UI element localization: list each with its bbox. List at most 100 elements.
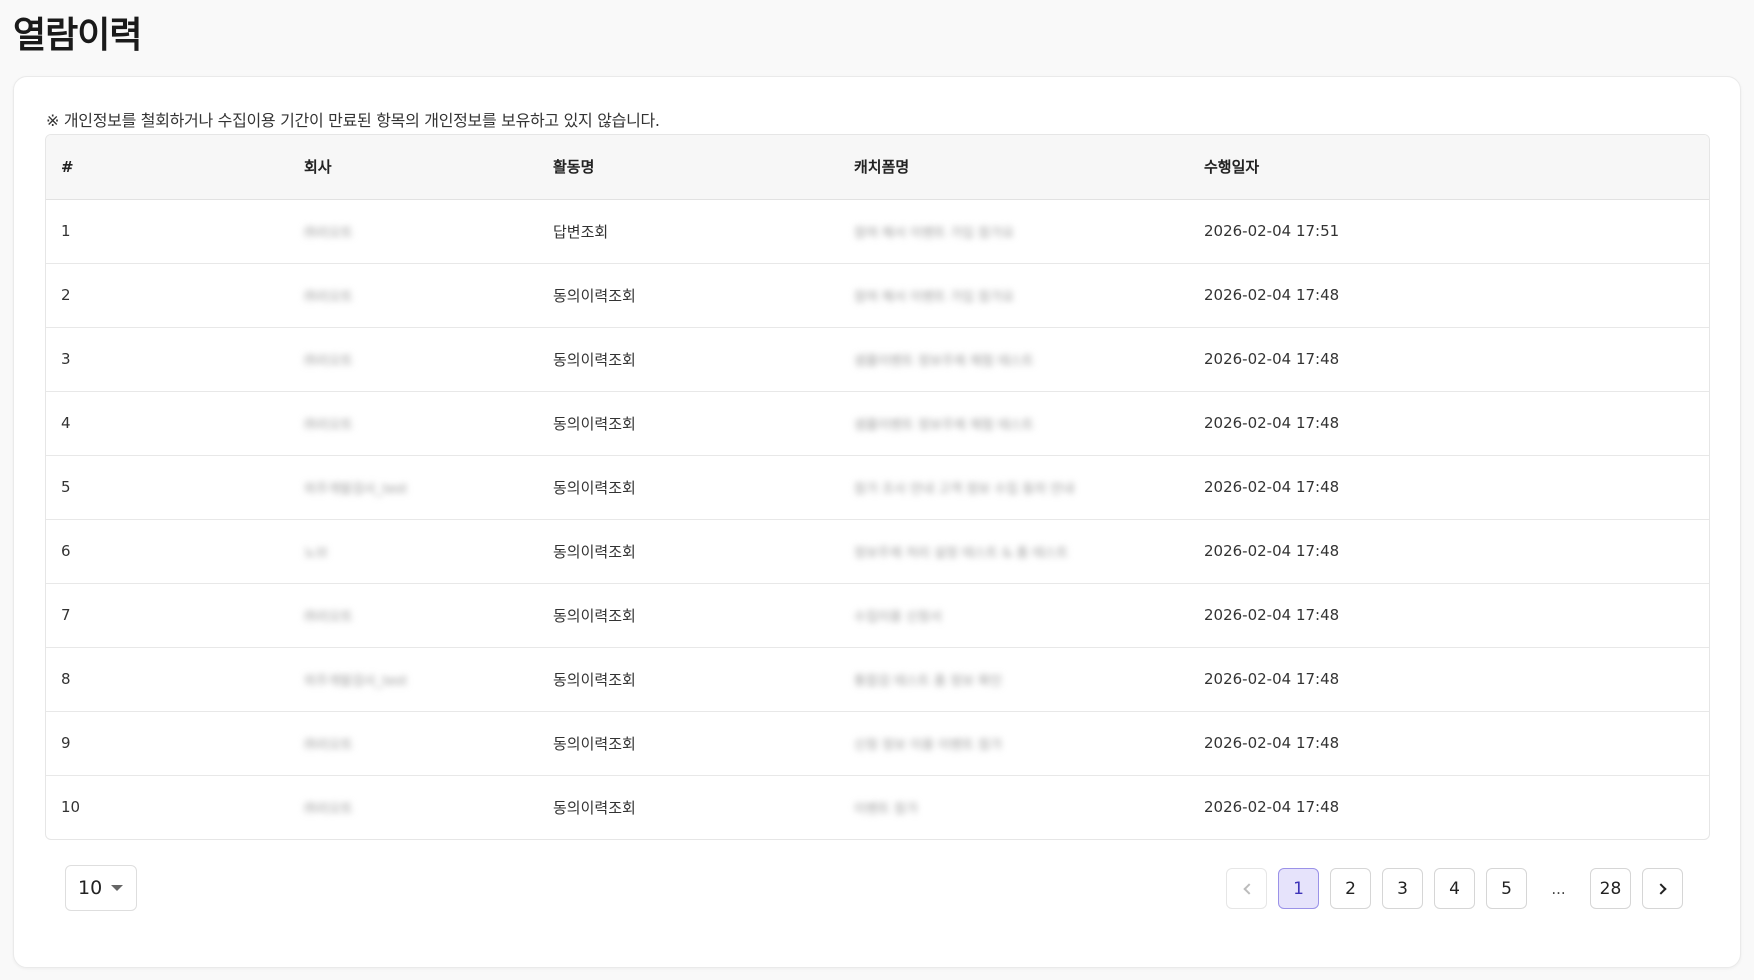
pagination: 1 2 3 4 5 ... 28 (1226, 868, 1694, 909)
cell-company-redacted: ㈜리오트 (304, 353, 353, 369)
cell-company-redacted: ㈜리오트 (304, 609, 353, 625)
cell-date: 2026-02-04 17:48 (1204, 798, 1340, 817)
cell-form-name-redacted: 수집이용 신청서 (854, 609, 942, 625)
cell-date: 2026-02-04 17:48 (1189, 391, 1709, 456)
cell-date: 2026-02-04 17:48 (1189, 711, 1709, 776)
cell-company-redacted: 외주개발검사_test (304, 481, 408, 497)
cell-date: 2026-02-04 17:48 (1189, 455, 1709, 520)
caret-down-icon (111, 885, 124, 891)
cell-date: 2026-02-04 17:48 (1189, 583, 1709, 648)
cell-activity: 동의이력조회 (538, 327, 839, 392)
privacy-notice: ※ 개인정보를 철회하거나 수집이용 기간이 만료된 항목의 개인정보를 보유하… (46, 111, 660, 130)
cell-activity: 동의이력조회 (538, 455, 839, 520)
cell-form-name: 신청 정보 이용 이벤트 참가 (839, 711, 1189, 776)
cell-form-name-redacted: 참가 조사 안내 고객 정보 수집 동의 안내 (854, 481, 1075, 497)
cell-number: 3 (46, 327, 289, 392)
table-header-row: # 회사 활동명 캐치폼명 수행일자 (46, 135, 1709, 200)
cell-activity: 동의이력조회 (538, 583, 839, 648)
cell-number: 1 (46, 199, 289, 264)
table-row[interactable]: 7 ㈜리오트 동의이력조회 수집이용 신청서 2026-02-04 17:48 (46, 583, 1709, 648)
column-header-form-name: 캐치폼명 (839, 135, 1189, 200)
table-row[interactable]: 4 ㈜리오트 동의이력조회 샘플이벤트 정보주제 체험 테스트 2026-02-04 1… (46, 391, 1709, 456)
page-button-last[interactable]: 28 (1590, 868, 1631, 909)
cell-number: 9 (46, 711, 289, 776)
cell-form-name: 정보주제 처리 설정 테스트 & 폼 테스트 (839, 519, 1189, 584)
chevron-right-icon (1654, 882, 1667, 895)
column-header-activity: 활동명 (538, 135, 839, 200)
page-button-3[interactable]: 3 (1382, 868, 1423, 909)
cell-company-redacted: ㈜리오트 (304, 417, 353, 433)
cell-form-name: 통합검 테스트 폼 정보 확인 (839, 647, 1189, 712)
table-row[interactable]: 9 ㈜리오트 동의이력조회 신청 정보 이용 이벤트 참가 2026-02-04 17:… (46, 711, 1709, 776)
table-row[interactable]: 2 ㈜리오트 동의이력조회 참여 해서 이벤트 가입 참가요 2026-02-04 17… (46, 263, 1709, 328)
table-row[interactable]: 3 ㈜리오트 동의이력조회 샘플이벤트 정보주제 체험 테스트 2026-02-04 1… (46, 327, 1709, 392)
table-row[interactable]: 6 노브 동의이력조회 정보주제 처리 설정 테스트 & 폼 테스트 2026-02-0… (46, 519, 1709, 584)
cell-company: 노브 (289, 519, 538, 584)
cell-company: ㈜리오트 (289, 775, 538, 839)
page-button-4[interactable]: 4 (1434, 868, 1475, 909)
cell-form-name-redacted: 샘플이벤트 정보주제 체험 테스트 (854, 417, 1034, 433)
cell-activity: 동의이력조회 (538, 391, 839, 456)
cell-date: 2026-02-04 17:48 (1189, 263, 1709, 328)
cell-form-name: 참여 해서 이벤트 가입 참가요 (839, 263, 1189, 328)
cell-company-redacted: ㈜리오트 (304, 225, 353, 241)
cell-number: 6 (46, 519, 289, 584)
page-title: 열람이력 (13, 15, 142, 56)
cell-company-redacted: 노브 (304, 545, 328, 561)
table-row[interactable]: 10 ㈜리오트 동의이력조회 이벤트 참가 2026-02-04 17:48 (46, 775, 1709, 839)
cell-activity: 동의이력조회 (538, 519, 839, 584)
cell-form-name: 이벤트 참가 (839, 775, 1189, 839)
cell-company: ㈜리오트 (289, 327, 538, 392)
cell-form-name: 수집이용 신청서 (839, 583, 1189, 648)
history-table: # 회사 활동명 캐치폼명 수행일자 1 ㈜리오트 답변조회 참여 해서 이벤트 가입… (45, 134, 1710, 840)
cell-form-name-redacted: 참여 해서 이벤트 가입 참가요 (854, 225, 1015, 241)
table-row[interactable]: 8 외주개발검사_test 동의이력조회 통합검 테스트 폼 정보 확인 2026-02… (46, 647, 1709, 712)
page-button-2[interactable]: 2 (1330, 868, 1371, 909)
page-size-select[interactable]: 10 (65, 865, 137, 911)
next-page-button[interactable] (1642, 868, 1683, 909)
cell-company: ㈜리오트 (289, 391, 538, 456)
page-size-value: 10 (78, 877, 103, 899)
cell-date: 2026-02-04 17:48 (1189, 647, 1709, 712)
chevron-left-icon (1242, 882, 1255, 895)
cell-company-redacted: ㈜리오트 (304, 737, 353, 753)
cell-date: 2026-02-04 17:48 (1189, 519, 1709, 584)
cell-form-name-redacted: 정보주제 처리 설정 테스트 & 폼 테스트 (854, 545, 1069, 561)
cell-number: 7 (46, 583, 289, 648)
cell-company-redacted: ㈜리오트 (304, 289, 353, 305)
pagination-ellipsis: ... (1551, 879, 1566, 898)
cell-form-name-redacted: 통합검 테스트 폼 정보 확인 (854, 673, 1003, 689)
cell-activity: 답변조회 (538, 199, 839, 264)
cell-activity: 동의이력조회 (538, 263, 839, 328)
cell-company: ㈜리오트 (289, 583, 538, 648)
cell-form-name-redacted: 신청 정보 이용 이벤트 참가 (854, 737, 1003, 753)
table-body: 1 ㈜리오트 답변조회 참여 해서 이벤트 가입 참가요 2026-02-04 17:5… (46, 199, 1709, 839)
cell-form-name-redacted: 참여 해서 이벤트 가입 참가요 (854, 289, 1015, 305)
column-header-date: 수행일자 (1189, 135, 1709, 200)
cell-company: 외주개발검사_test (289, 455, 538, 520)
cell-date: 2026-02-04 17:51 (1189, 199, 1709, 264)
cell-number: 2 (46, 263, 289, 328)
cell-form-name-redacted: 이벤트 참가 (854, 801, 918, 817)
cell-number: 8 (46, 647, 289, 712)
cell-company-redacted: ㈜리오트 (304, 801, 353, 817)
page-button-5[interactable]: 5 (1486, 868, 1527, 909)
cell-date: 2026-02-04 17:48 (1189, 327, 1709, 392)
cell-activity: 동의이력조회 (538, 647, 839, 712)
cell-form-name-redacted: 샘플이벤트 정보주제 체험 테스트 (854, 353, 1034, 369)
history-card: ※ 개인정보를 철회하거나 수집이용 기간이 만료된 항목의 개인정보를 보유하… (13, 76, 1741, 968)
cell-company: 외주개발검사_test (289, 647, 538, 712)
cell-number: 10 (61, 798, 81, 817)
cell-company: ㈜리오트 (289, 711, 538, 776)
cell-form-name: 참가 조사 안내 고객 정보 수집 동의 안내 (839, 455, 1189, 520)
prev-page-button[interactable] (1226, 868, 1267, 909)
table-row[interactable]: 5 외주개발검사_test 동의이력조회 참가 조사 안내 고객 정보 수집 동의 안… (46, 455, 1709, 520)
column-header-number: # (46, 135, 289, 200)
cell-activity: 동의이력조회 (553, 798, 636, 817)
page-button-1[interactable]: 1 (1278, 868, 1319, 909)
column-header-company: 회사 (289, 135, 538, 200)
cell-form-name: 샘플이벤트 정보주제 체험 테스트 (839, 327, 1189, 392)
table-row[interactable]: 1 ㈜리오트 답변조회 참여 해서 이벤트 가입 참가요 2026-02-04 17:5… (46, 199, 1709, 264)
cell-number: 4 (46, 391, 289, 456)
cell-company: ㈜리오트 (289, 199, 538, 264)
